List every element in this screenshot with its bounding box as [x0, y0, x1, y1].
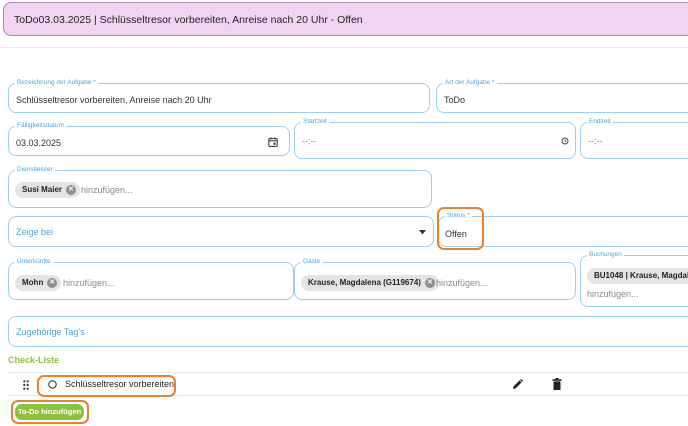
show-at-placeholder: Zeige bei	[16, 227, 54, 237]
guests-field[interactable]: Gäste Krause, Magdalena (G119674) ✕ hinz…	[294, 257, 576, 300]
clock-icon[interactable]	[561, 137, 569, 145]
task-type-label: Art der Aufgabe *	[443, 78, 497, 88]
end-time-field[interactable]: Endzeit --:--	[580, 117, 688, 159]
service-provider-field[interactable]: Dienstleister Susi Maier ✕ hinzufügen...	[8, 165, 432, 208]
task-header: ToDo03.03.2025 | Schlüsseltresor vorbere…	[3, 2, 688, 36]
calendar-icon[interactable]	[268, 137, 278, 147]
accommodations-field[interactable]: Unterkünfte Mohn ✕ hinzufügen...	[8, 257, 294, 300]
add-todo-highlight	[11, 400, 89, 424]
end-time-placeholder[interactable]: --:--	[588, 136, 603, 146]
service-provider-chip-label: Susi Maier	[22, 185, 63, 194]
delete-icon[interactable]	[552, 378, 562, 390]
service-provider-placeholder[interactable]: hinzufügen...	[81, 185, 133, 195]
chip-remove-icon[interactable]: ✕	[424, 278, 435, 288]
checklist-item-highlight	[37, 375, 176, 397]
chip-remove-icon[interactable]: ✕	[47, 278, 58, 288]
dropdown-arrow-icon[interactable]	[419, 230, 426, 235]
tags-field[interactable]: Zugehörige Tag's	[8, 316, 688, 347]
page-title: ToDo03.03.2025 | Schlüsseltresor vorbere…	[14, 14, 363, 26]
due-date-field[interactable]: Fälligkeitsdatum 03.03.2025	[8, 121, 290, 156]
chip-remove-icon[interactable]: ✕	[66, 185, 77, 195]
accommodations-placeholder[interactable]: hinzufügen...	[63, 278, 115, 288]
booking-chip-label: BU1048 | Krause, Magdalen	[594, 271, 688, 280]
task-name-label: Bezeichnung der Aufgabe *	[15, 78, 98, 88]
service-provider-label: Dienstleister	[15, 165, 55, 175]
show-at-select[interactable]: Zeige bei	[8, 216, 434, 247]
accommodation-chip-label: Mohn	[22, 278, 44, 287]
status-highlight	[437, 207, 484, 250]
start-time-placeholder[interactable]: --:--	[302, 136, 317, 146]
task-name-field[interactable]: Bezeichnung der Aufgabe * Schlüsseltreso…	[8, 78, 430, 113]
guest-chip[interactable]: Krause, Magdalena (G119674) ✕	[301, 275, 439, 291]
divider	[0, 47, 688, 48]
accommodations-label: Unterkünfte	[15, 257, 53, 267]
bookings-field[interactable]: Buchungen BU1048 | Krause, Magdalen hinz…	[580, 250, 688, 307]
guest-chip-label: Krause, Magdalena (G119674)	[308, 278, 421, 287]
edit-icon[interactable]	[512, 379, 523, 390]
service-provider-chip[interactable]: Susi Maier ✕	[15, 182, 81, 198]
tags-placeholder: Zugehörige Tag's	[16, 327, 85, 337]
task-name-value[interactable]: Schlüsseltresor vorbereiten, Anreise nac…	[16, 95, 212, 105]
guests-label: Gäste	[301, 257, 323, 267]
task-type-field[interactable]: Art der Aufgabe * ToDo	[436, 78, 688, 113]
bookings-label: Buchungen	[587, 250, 624, 260]
checklist-title: Check-Liste	[8, 355, 60, 365]
due-date-label: Fälligkeitsdatum	[15, 121, 66, 131]
start-time-field[interactable]: Startzeit --:--	[294, 117, 576, 159]
drag-handle-icon[interactable]	[23, 380, 29, 390]
due-date-value[interactable]: 03.03.2025	[16, 138, 61, 148]
bookings-placeholder[interactable]: hinzufügen...	[587, 289, 639, 299]
accommodation-chip[interactable]: Mohn ✕	[15, 275, 62, 291]
task-form-page: ToDo03.03.2025 | Schlüsseltresor vorbere…	[0, 0, 688, 426]
task-type-value[interactable]: ToDo	[444, 95, 465, 105]
end-time-label: Endzeit	[587, 117, 613, 127]
start-time-label: Startzeit	[301, 117, 329, 127]
guests-placeholder[interactable]: hinzufügen...	[436, 278, 488, 288]
booking-chip[interactable]: BU1048 | Krause, Magdalen	[587, 268, 688, 284]
